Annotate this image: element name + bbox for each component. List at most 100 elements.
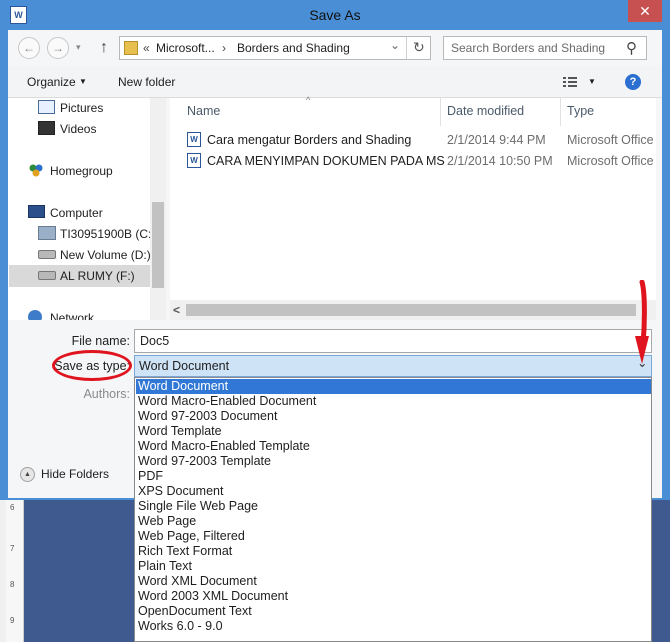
drive-icon — [38, 250, 56, 259]
sidebar-item-drive-d[interactable]: New Volume (D:) — [38, 245, 166, 265]
sidebar-item-drive-c[interactable]: TI30951900B (C:) — [38, 224, 166, 244]
videos-icon — [38, 121, 55, 135]
sidebar-item-label: Homegroup — [50, 164, 113, 178]
sidebar-item-label: AL RUMY (F:) — [60, 269, 135, 283]
column-separator[interactable] — [560, 98, 561, 126]
dropdown-option[interactable]: Word XML Document — [136, 574, 651, 589]
save-as-type-dropdown[interactable]: Word Document Word Macro-Enabled Documen… — [134, 377, 652, 642]
help-icon[interactable]: ? — [625, 74, 641, 90]
dropdown-option[interactable]: Web Page, Filtered — [136, 529, 651, 544]
sidebar-item-label: Videos — [60, 122, 97, 136]
save-as-type-value: Word Document — [139, 359, 230, 373]
homegroup-icon — [28, 163, 44, 177]
dropdown-option[interactable]: OpenDocument Text — [136, 604, 651, 619]
recent-dropdown-icon[interactable]: ▾ — [76, 42, 86, 54]
word-file-icon: W — [187, 132, 201, 147]
window-title: Save As — [309, 7, 361, 23]
file-name: CARA MENYIMPAN DOKUMEN PADA MS — [207, 154, 445, 168]
dropdown-option[interactable]: Word Document — [136, 379, 651, 394]
back-button[interactable]: ← — [18, 37, 40, 59]
dropdown-option[interactable]: Word Macro-Enabled Template — [136, 439, 651, 454]
sidebar-item-label: Pictures — [60, 101, 104, 115]
table-row[interactable]: W Cara mengatur Borders and Shading 2/1/… — [180, 130, 656, 150]
file-name-label: File name: — [71, 334, 130, 348]
up-button[interactable]: ↑ — [96, 38, 112, 58]
dropdown-option[interactable]: PDF — [136, 469, 651, 484]
authors-label: Authors: — [83, 387, 130, 401]
pictures-icon — [38, 100, 55, 114]
ruler-mark: 9 — [10, 616, 15, 625]
search-icon[interactable]: ⚲ — [626, 39, 637, 57]
dropdown-option[interactable]: XPS Document — [136, 484, 651, 499]
sort-arrow-icon: ^ — [306, 95, 311, 105]
column-header-type[interactable]: Type — [567, 104, 594, 118]
sidebar-item-homegroup[interactable]: Homegroup — [28, 161, 166, 181]
horizontal-scrollbar-thumb[interactable] — [186, 304, 636, 316]
dropdown-option[interactable]: Rich Text Format — [136, 544, 651, 559]
address-dropdown-icon[interactable]: ⌄ — [390, 38, 400, 52]
column-header-date[interactable]: Date modified — [447, 104, 524, 118]
close-button[interactable]: ✕ — [628, 0, 662, 22]
breadcrumb-overflow[interactable]: « — [143, 41, 150, 55]
ruler-mark: 7 — [10, 544, 15, 553]
breadcrumb-separator[interactable]: › — [222, 41, 226, 55]
dropdown-option[interactable]: Word 2003 XML Document — [136, 589, 651, 604]
dropdown-option[interactable]: Word 97-2003 Template — [136, 454, 651, 469]
dropdown-option[interactable]: Word Template — [136, 424, 651, 439]
network-icon — [28, 310, 42, 320]
file-name: Cara mengatur Borders and Shading — [207, 133, 412, 147]
vertical-ruler: 6 7 8 9 — [6, 500, 24, 642]
dropdown-option[interactable]: Web Page — [136, 514, 651, 529]
breadcrumb-item-borders[interactable]: Borders and Shading — [237, 41, 350, 55]
file-date: 2/1/2014 9:44 PM — [447, 133, 546, 147]
dropdown-option[interactable]: Plain Text — [136, 559, 651, 574]
document-canvas-right — [652, 500, 670, 642]
address-divider — [406, 37, 407, 59]
view-dropdown-icon[interactable]: ▼ — [588, 77, 596, 86]
sidebar-item-label: New Volume (D:) — [60, 248, 151, 262]
dropdown-option[interactable]: Word 97-2003 Document — [136, 409, 651, 424]
annotation-ellipse — [52, 350, 132, 381]
word-file-icon: W — [187, 153, 201, 168]
new-folder-button[interactable]: New folder — [118, 75, 175, 89]
file-type: Microsoft Office — [567, 133, 654, 147]
hide-folders-button[interactable]: Hide Folders — [41, 467, 109, 481]
search-input[interactable]: Search Borders and Shading — [451, 41, 605, 55]
file-name-input[interactable]: Doc5 — [134, 329, 652, 353]
dropdown-option[interactable]: Single File Web Page — [136, 499, 651, 514]
column-separator[interactable] — [440, 98, 441, 126]
sidebar-item-label: TI30951900B (C:) — [60, 227, 156, 241]
scroll-left-button[interactable]: < — [173, 303, 180, 317]
column-header-name[interactable]: Name — [187, 104, 220, 118]
sidebar-item-pictures[interactable]: Pictures — [38, 98, 166, 118]
ruler-mark: 6 — [10, 503, 15, 512]
sidebar-item-drive-f[interactable]: AL RUMY (F:) — [38, 266, 166, 286]
sidebar-item-videos[interactable]: Videos — [38, 119, 166, 139]
computer-icon — [28, 205, 45, 218]
sidebar-scrollbar-thumb[interactable] — [152, 202, 164, 288]
hide-folders-icon[interactable]: ▲ — [20, 467, 35, 482]
sidebar-item-computer[interactable]: Computer — [28, 203, 166, 223]
sidebar-item-label: Network — [50, 311, 95, 320]
file-date: 2/1/2014 10:50 PM — [447, 154, 553, 168]
navigation-pane[interactable]: Pictures Videos Homegroup Computer TI309… — [8, 98, 166, 320]
drive-icon — [38, 271, 56, 280]
ruler-mark: 8 — [10, 580, 15, 589]
organize-button[interactable]: Organize — [27, 75, 76, 89]
organize-dropdown-icon[interactable]: ▼ — [79, 77, 87, 86]
document-canvas — [24, 500, 134, 642]
save-as-type-select[interactable]: Word Document ⌄ — [134, 355, 652, 377]
sidebar-item-network[interactable]: Network — [28, 308, 166, 320]
breadcrumb-item-microsoft[interactable]: Microsoft... — [156, 41, 215, 55]
folder-icon — [124, 41, 138, 55]
search-box[interactable]: Search Borders and Shading ⚲ — [443, 36, 647, 60]
forward-button[interactable]: → — [47, 37, 69, 59]
table-row[interactable]: W CARA MENYIMPAN DOKUMEN PADA MS 2/1/201… — [180, 151, 656, 171]
sidebar-item-label: Computer — [50, 206, 103, 220]
refresh-icon[interactable]: ↻ — [413, 39, 425, 56]
dropdown-option[interactable]: Works 6.0 - 9.0 — [136, 619, 651, 634]
view-list-icon[interactable] — [563, 76, 577, 88]
address-bar[interactable]: « Microsoft... › Borders and Shading ⌄ ↻ — [119, 36, 431, 60]
annotation-arrow-icon — [634, 279, 650, 366]
dropdown-option[interactable]: Word Macro-Enabled Document — [136, 394, 651, 409]
